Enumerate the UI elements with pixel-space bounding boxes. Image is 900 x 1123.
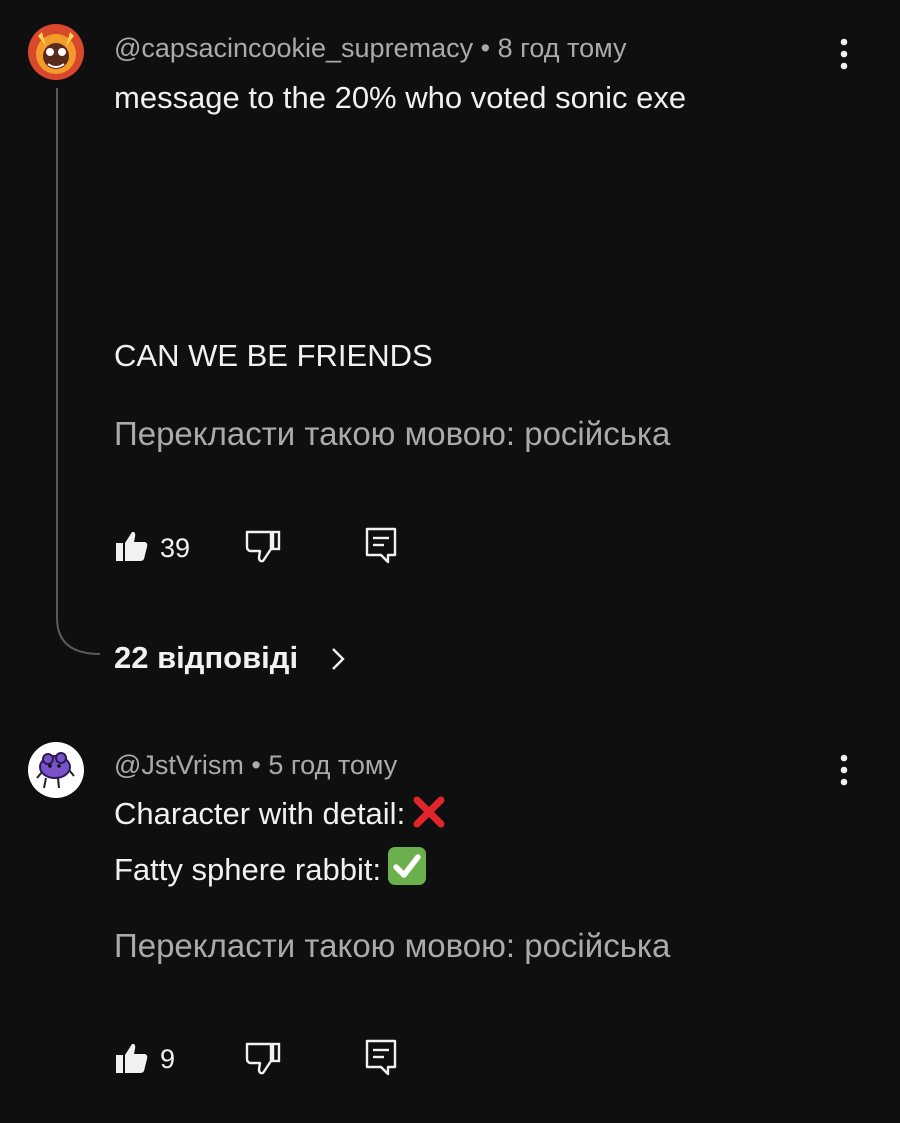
comment-author[interactable]: @capsacincookie_supremacy — [114, 33, 473, 63]
more-vert-icon[interactable] — [830, 752, 858, 788]
comment-time: 5 год тому — [268, 750, 398, 780]
reply-icon[interactable] — [364, 1038, 398, 1076]
meta-separator: • — [480, 33, 491, 63]
comment-text: Fatty sphere rabbit: — [114, 852, 382, 887]
avatar-jstvrism[interactable] — [28, 742, 84, 798]
thread-line — [56, 88, 101, 655]
comment-text-line-1: message to the 20% who voted sonic exe — [114, 80, 687, 115]
more-vert-icon[interactable] — [830, 36, 858, 72]
like-count: 9 — [160, 1044, 176, 1074]
comment-text-line-2: Fatty sphere rabbit: — [114, 846, 427, 896]
translate-link[interactable]: Перекласти такою мовою: російська — [114, 414, 670, 454]
thumb-down-icon[interactable] — [244, 528, 282, 564]
view-replies-button[interactable]: 22 відповіді — [114, 638, 298, 678]
check-mark-emoji — [387, 846, 427, 896]
like-count: 39 — [160, 533, 191, 563]
meta-separator: • — [251, 750, 261, 780]
reply-icon[interactable] — [364, 526, 398, 564]
thumb-up-icon[interactable] — [114, 528, 150, 564]
comment-meta: @capsacincookie_supremacy • 8 год тому — [114, 32, 626, 64]
comment-text-line-2: CAN WE BE FRIENDS — [114, 338, 433, 373]
avatar-capsacincookie[interactable] — [28, 24, 84, 80]
thumb-down-icon[interactable] — [244, 1040, 282, 1076]
comment-author[interactable]: @JstVrism — [114, 750, 244, 780]
translate-link[interactable]: Перекласти такою мовою: російська — [114, 926, 670, 966]
comment-time: 8 год тому — [497, 33, 627, 63]
cross-mark-emoji — [411, 794, 447, 840]
comment-meta: @JstVrism • 5 год тому — [114, 749, 397, 781]
thumb-up-icon[interactable] — [114, 1040, 150, 1076]
replies-count-label: 22 відповіді — [114, 640, 299, 675]
comment-text: Character with detail: — [114, 796, 406, 831]
chevron-right-icon[interactable] — [330, 646, 346, 672]
comment-text-line-1: Character with detail: — [114, 794, 447, 840]
